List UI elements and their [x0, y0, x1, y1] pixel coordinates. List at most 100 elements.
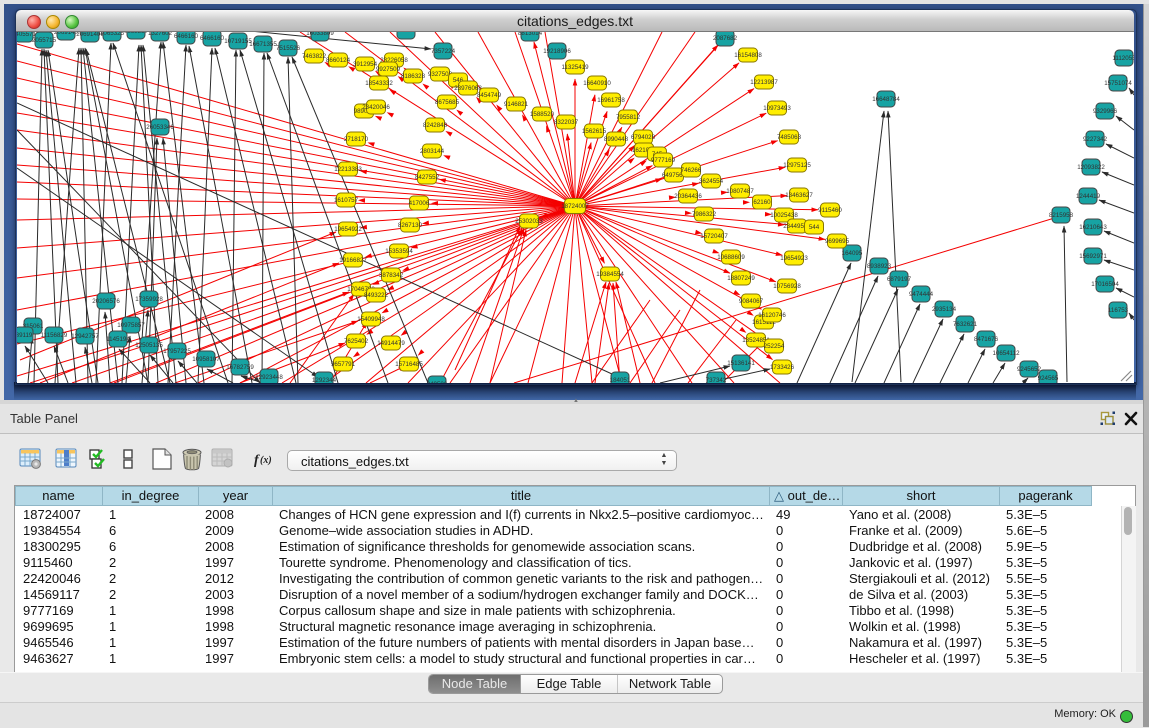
svg-text:19166827: 19166827 [339, 257, 367, 264]
svg-text:7357224: 7357224 [431, 48, 456, 55]
svg-text:7515526: 7515526 [276, 45, 301, 52]
svg-text:19654923: 19654923 [780, 255, 808, 262]
svg-text:10719155: 10719155 [224, 38, 252, 45]
svg-text:8242848: 8242848 [423, 122, 448, 129]
svg-text:1733426: 1733426 [770, 364, 795, 371]
svg-text:9699695: 9699695 [825, 238, 850, 245]
svg-text:20364436: 20364436 [674, 193, 702, 200]
svg-text:8215958: 8215958 [1049, 212, 1074, 219]
svg-text:25302033: 25302033 [515, 218, 543, 225]
svg-text:16782759: 16782759 [226, 364, 254, 371]
svg-text:19218906: 19218906 [543, 48, 571, 55]
svg-text:16033809: 16033809 [306, 32, 334, 37]
svg-text:15751074: 15751074 [1104, 80, 1132, 87]
svg-text:10688609: 10688609 [717, 254, 745, 261]
svg-text:19654922: 19654922 [334, 226, 362, 233]
svg-text:7986322: 7986322 [692, 211, 717, 218]
svg-text:9777169: 9777169 [651, 157, 676, 164]
svg-text:1588520: 1588520 [530, 111, 555, 118]
svg-text:7625402: 7625402 [344, 338, 369, 345]
svg-text:8471676: 8471676 [974, 336, 999, 343]
svg-text:18543332: 18543332 [365, 80, 393, 87]
svg-text:924565: 924565 [1038, 375, 1059, 382]
svg-text:15716485: 15716485 [395, 361, 423, 368]
svg-text:7955812: 7955812 [616, 114, 641, 121]
svg-text:6466160: 6466160 [174, 33, 199, 40]
svg-text:2087682: 2087682 [713, 35, 738, 42]
svg-text:9474444: 9474444 [909, 291, 934, 298]
svg-text:9115460: 9115460 [818, 207, 842, 214]
svg-text:8813014: 8813014 [518, 32, 543, 37]
svg-text:14914479: 14914479 [377, 340, 405, 347]
svg-text:1562615: 1562615 [582, 128, 607, 135]
svg-text:39119: 39119 [17, 332, 33, 339]
svg-text:9329966: 9329966 [1093, 108, 1118, 115]
svg-text:164095: 164095 [842, 250, 863, 257]
svg-text:(x): (x) [260, 455, 272, 466]
svg-text:0653257: 0653257 [124, 32, 149, 35]
svg-text:23976068: 23976068 [454, 85, 482, 92]
svg-text:16154808: 16154808 [734, 52, 762, 59]
svg-text:17957225: 17957225 [163, 348, 191, 355]
svg-text:10025438: 10025438 [770, 212, 798, 219]
svg-text:10975857: 10975857 [117, 322, 145, 329]
svg-text:2718170: 2718170 [344, 136, 369, 143]
svg-text:6794028: 6794028 [631, 134, 656, 141]
svg-text:15136141: 15136141 [727, 360, 755, 367]
svg-text:8186328: 8186328 [401, 73, 426, 80]
svg-text:8990448: 8990448 [604, 136, 629, 143]
svg-text:949506: 949506 [427, 381, 448, 383]
svg-text:18807249: 18807249 [727, 275, 755, 282]
svg-text:15353594: 15353594 [385, 248, 413, 255]
svg-text:12213383: 12213383 [334, 166, 362, 173]
svg-text:7632621: 7632621 [953, 321, 978, 328]
svg-text:7463822: 7463822 [302, 53, 327, 60]
svg-text:9227342: 9227342 [1083, 136, 1108, 143]
svg-text:9245652: 9245652 [1017, 366, 1042, 373]
svg-text:3624554: 3624554 [699, 178, 724, 185]
svg-text:15692971: 15692971 [1079, 253, 1107, 260]
svg-text:2055715: 2055715 [32, 37, 57, 44]
svg-text:9657791: 9657791 [331, 361, 356, 368]
svg-text:16640910: 16640910 [583, 80, 611, 87]
svg-text:9146821: 9146821 [504, 101, 529, 108]
svg-text:8267130: 8267130 [398, 222, 423, 229]
svg-text:417006: 417006 [409, 200, 430, 207]
svg-text:9084067: 9084067 [739, 298, 764, 305]
svg-text:1112055: 1112055 [1112, 55, 1134, 62]
svg-text:62160: 62160 [753, 199, 771, 206]
svg-text:7485063: 7485063 [777, 134, 802, 141]
svg-text:1610757: 1610757 [334, 197, 359, 204]
svg-text:10807487: 10807487 [726, 188, 754, 195]
svg-text:16671355: 16671355 [249, 41, 277, 48]
svg-text:10756928: 10756928 [773, 283, 801, 290]
svg-text:8454749: 8454749 [477, 92, 502, 99]
svg-text:2935134: 2935134 [932, 306, 957, 313]
svg-text:16120746: 16120746 [758, 312, 786, 319]
svg-text:8660124: 8660124 [326, 57, 351, 64]
svg-text:9927509: 9927509 [376, 66, 401, 73]
svg-text:6466160: 6466160 [200, 35, 225, 42]
svg-text:16210643: 16210643 [1079, 224, 1107, 231]
svg-text:15409948: 15409948 [357, 316, 385, 323]
svg-text:2803144: 2803144 [420, 148, 445, 155]
svg-text:184051: 184051 [610, 377, 631, 383]
svg-text:17359928: 17359928 [135, 296, 163, 303]
svg-text:10973493: 10973493 [763, 105, 791, 112]
svg-text:1145194: 1145194 [106, 336, 130, 343]
svg-text:12093822: 12093822 [1077, 164, 1105, 171]
svg-text:20206576: 20206576 [92, 298, 120, 305]
svg-text:16648784: 16648784 [872, 96, 900, 103]
svg-text:1327602: 1327602 [148, 32, 173, 37]
svg-text:8322037: 8322037 [554, 119, 579, 126]
svg-text:3878342: 3878342 [379, 272, 404, 279]
svg-text:8938923: 8938923 [867, 263, 892, 270]
svg-text:737342: 737342 [706, 377, 727, 383]
svg-text:8675685: 8675685 [435, 99, 460, 106]
svg-text:252254: 252254 [764, 343, 785, 350]
svg-text:15720407: 15720407 [700, 233, 728, 240]
svg-text:8427552: 8427552 [415, 174, 440, 181]
svg-text:17016504: 17016504 [1091, 281, 1119, 288]
svg-text:12942757: 12942757 [71, 333, 99, 340]
svg-text:1065325: 1065325 [100, 32, 125, 37]
